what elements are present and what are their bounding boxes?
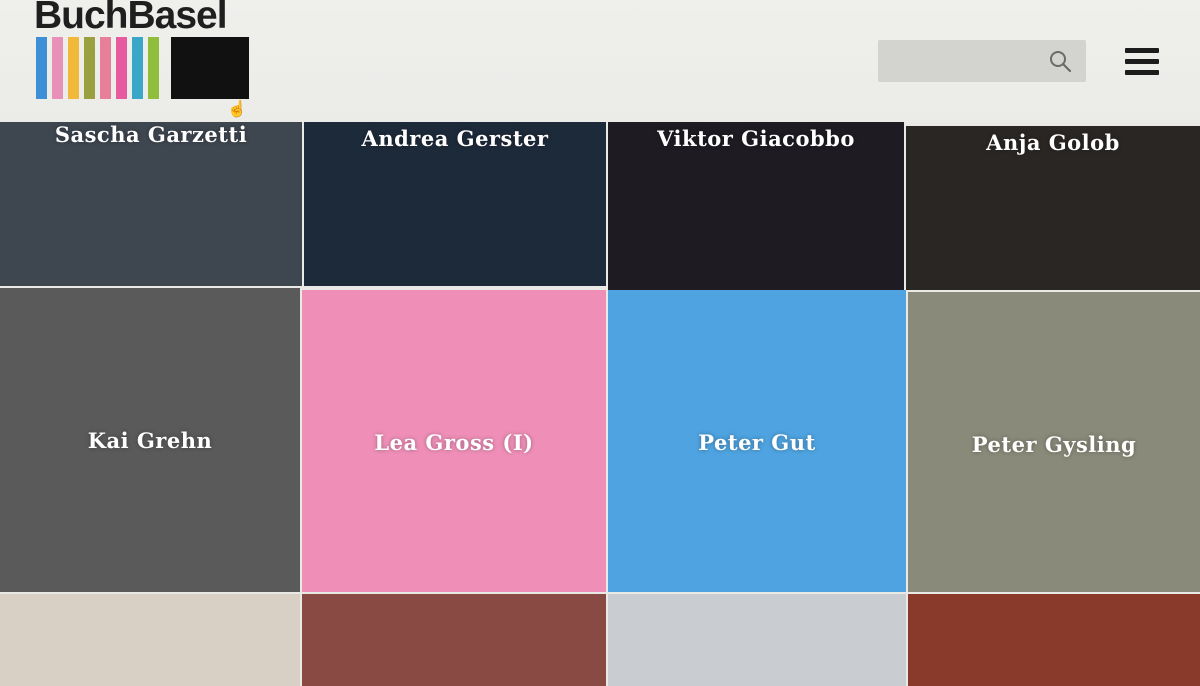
logo-stripe [68, 37, 79, 99]
author-tile[interactable] [608, 594, 906, 686]
author-name: Sascha Garzetti [54, 122, 248, 147]
search-input[interactable] [878, 40, 1058, 82]
author-tile[interactable]: Peter Gysling [908, 292, 1200, 592]
author-tile[interactable]: Kai Grehn [0, 288, 300, 592]
author-tile[interactable] [908, 594, 1200, 686]
logo-stripe [116, 37, 127, 99]
author-tile[interactable]: Andrea Gerster [304, 122, 606, 286]
author-name: Kai Grehn [87, 428, 213, 453]
logo-stripe [100, 37, 111, 99]
search-icon[interactable] [1048, 49, 1072, 73]
logo-stripe [52, 37, 63, 99]
author-name: Peter Gut [698, 430, 816, 455]
author-tile[interactable] [0, 594, 300, 686]
author-tile[interactable]: Anja Golob [906, 126, 1200, 290]
author-tile[interactable]: Peter Gut [608, 290, 906, 592]
logo-stripe [36, 37, 47, 99]
menu-bar [1125, 59, 1159, 64]
logo-stripe [84, 37, 95, 99]
search-box[interactable] [878, 40, 1086, 82]
logo-black-block [171, 37, 249, 99]
menu-bar [1125, 48, 1159, 53]
logo-wordmark: BuchBasel [34, 0, 228, 37]
author-name: Anja Golob [986, 130, 1120, 155]
logo-stripe [132, 37, 143, 99]
author-tile[interactable]: Lea Gross (I) [302, 290, 606, 592]
author-tile[interactable]: Viktor Giacobbo [608, 122, 904, 290]
hamburger-icon[interactable] [1125, 48, 1159, 76]
menu-bar [1125, 70, 1159, 75]
author-grid: Sascha Garzetti Andrea Gerster Viktor Gi… [0, 118, 1200, 686]
author-tile[interactable] [302, 594, 606, 686]
author-name: Andrea Gerster [361, 126, 549, 151]
author-name: Viktor Giacobbo [657, 126, 855, 151]
hand-cursor-icon: ☝ [227, 99, 247, 118]
logo-stripe [148, 37, 159, 99]
author-tile[interactable]: Sascha Garzetti [0, 118, 302, 286]
author-name: Peter Gysling [971, 432, 1137, 457]
logo-stripes [36, 37, 164, 99]
author-name: Lea Gross (I) [374, 430, 534, 455]
site-header: BuchBasel ☝ [0, 0, 1200, 122]
buchbasel-logo[interactable]: BuchBasel [34, 0, 254, 104]
